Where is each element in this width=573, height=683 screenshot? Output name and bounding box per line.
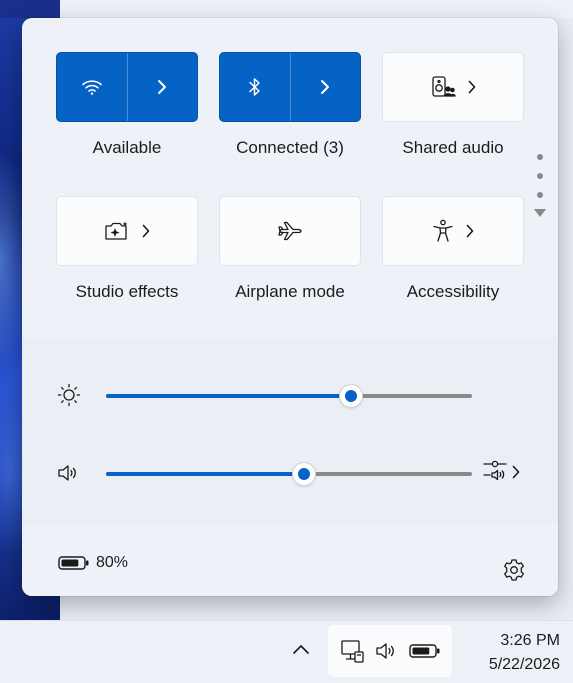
wifi-tile [56, 52, 198, 122]
battery-icon [58, 555, 90, 571]
bluetooth-tile [219, 52, 361, 122]
volume-slider-fill [106, 472, 304, 476]
battery-status[interactable]: 80% [58, 554, 128, 572]
brightness-row [22, 375, 558, 415]
page-down-icon[interactable] [534, 209, 546, 217]
network-icon [339, 638, 365, 664]
page-dot[interactable] [537, 173, 543, 179]
sun-icon [56, 383, 82, 407]
brightness-slider[interactable] [106, 385, 472, 407]
accessibility-icon [432, 219, 454, 243]
shared-audio-tile[interactable] [382, 52, 524, 122]
studio-effects-tile[interactable] [56, 196, 198, 266]
wifi-expand-button[interactable] [126, 53, 198, 121]
accessibility-label: Accessibility [406, 282, 500, 301]
chevron-up-icon [292, 643, 310, 655]
volume-slider-thumb[interactable] [292, 463, 315, 485]
chevron-right-icon [320, 79, 330, 95]
quick-settings-footer: 80% [22, 524, 558, 596]
volume-row [22, 453, 558, 493]
settings-button[interactable] [502, 558, 526, 582]
page-dot[interactable] [537, 154, 543, 160]
studio-effects-tile-group: Studio effects [56, 196, 198, 302]
speaker-icon [374, 639, 400, 663]
chevron-right-icon [512, 465, 520, 479]
battery-icon [409, 643, 441, 659]
clock-date: 5/22/2026 [488, 656, 560, 673]
audio-output-button[interactable] [482, 459, 520, 485]
airplane-icon [278, 220, 302, 242]
quick-settings-panel: Available Connected (3) Shared audio Stu… [22, 18, 558, 596]
page-dot[interactable] [537, 192, 543, 198]
airplane-mode-tile[interactable] [219, 196, 361, 266]
page-indicator[interactable] [533, 154, 547, 217]
taskbar-clock[interactable]: 3:26 PM 5/22/2026 [456, 629, 560, 677]
desktop-strip [0, 0, 573, 18]
accessibility-tile[interactable] [382, 196, 524, 266]
brightness-slider-thumb[interactable] [340, 385, 363, 407]
speaker-people-icon [430, 75, 456, 99]
chevron-right-icon [157, 79, 167, 95]
airplane-mode-label: Airplane mode [235, 282, 345, 301]
wifi-tile-group: Available [56, 52, 198, 158]
bluetooth-expand-button[interactable] [289, 53, 361, 121]
camera-sparkle-icon [104, 221, 130, 241]
chevron-right-icon [466, 224, 474, 238]
volume-slider[interactable] [106, 463, 472, 485]
speaker-icon[interactable] [56, 461, 82, 485]
wifi-icon [81, 78, 103, 96]
taskbar: 3:26 PM 5/22/2026 [0, 620, 573, 683]
quick-settings-tiles: Available Connected (3) Shared audio Stu… [22, 18, 558, 338]
chevron-right-icon [468, 80, 476, 94]
airplane-mode-tile-group: Airplane mode [219, 196, 361, 302]
sliders-section [22, 338, 558, 524]
bluetooth-toggle-button[interactable] [220, 53, 290, 121]
system-tray-quick-settings-button[interactable] [328, 625, 452, 677]
bluetooth-label: Connected (3) [236, 138, 344, 157]
show-hidden-icons-button[interactable] [292, 643, 310, 655]
shared-audio-tile-group: Shared audio [382, 52, 524, 158]
gear-icon [502, 558, 526, 582]
chevron-right-icon [142, 224, 150, 238]
clock-time: 3:26 PM [500, 632, 560, 649]
wifi-toggle-button[interactable] [57, 53, 127, 121]
brightness-slider-fill [106, 394, 352, 398]
studio-effects-label: Studio effects [75, 282, 179, 301]
audio-mixer-icon [482, 459, 508, 485]
shared-audio-label: Shared audio [402, 138, 504, 157]
bluetooth-tile-group: Connected (3) [219, 52, 361, 158]
accessibility-tile-group: Accessibility [382, 196, 524, 302]
battery-percentage: 80% [96, 554, 129, 571]
wifi-label: Available [92, 138, 162, 157]
bluetooth-icon [248, 77, 262, 97]
